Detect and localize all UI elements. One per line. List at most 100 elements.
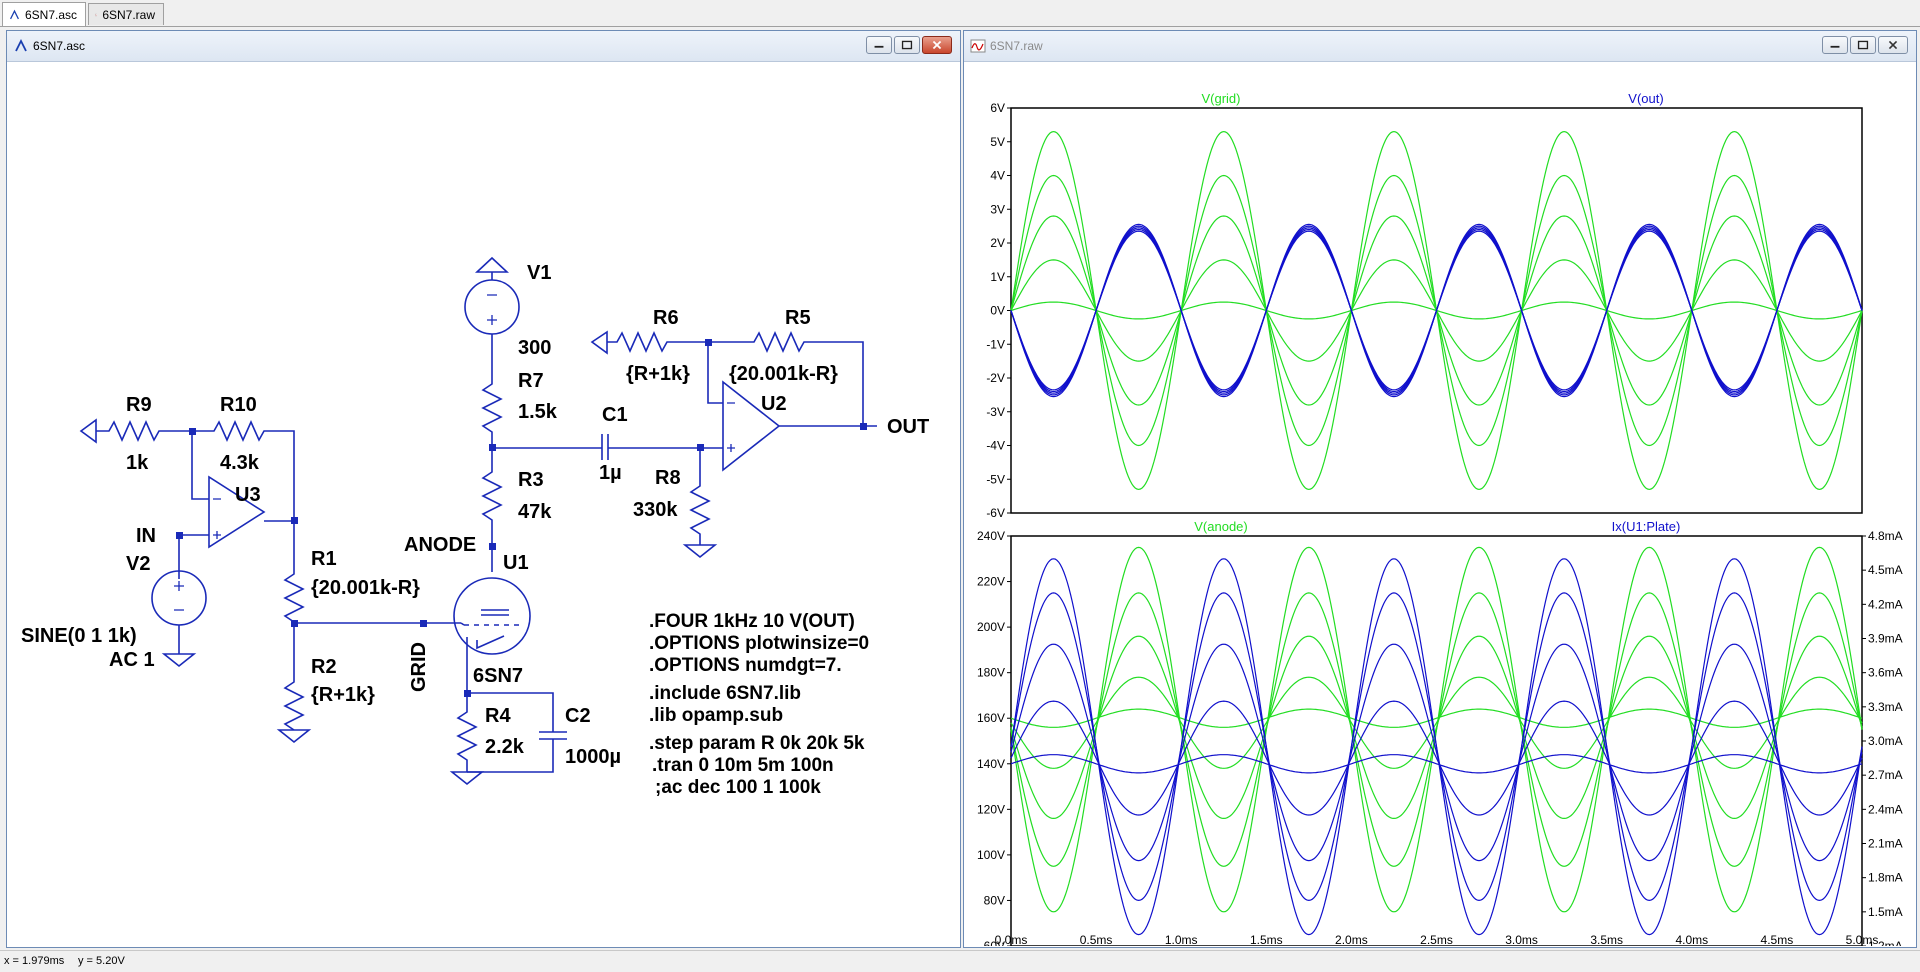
v2-ac: AC 1 [109, 649, 155, 671]
x-tick-label: 3.5ms [1590, 933, 1623, 946]
net-out: OUT [887, 416, 929, 438]
x-tick-label: 2.0ms [1335, 933, 1368, 946]
u3-ref: U3 [235, 484, 261, 506]
r8-value: 330k [633, 499, 678, 521]
y2-tick-label: 2.1mA [1868, 837, 1903, 851]
directive: .include 6SN7.lib [649, 683, 801, 704]
close-button[interactable] [922, 36, 952, 54]
r9-value: 1k [126, 452, 149, 474]
x-tick-label: 4.5ms [1761, 933, 1794, 946]
y-tick-label: -6V [986, 506, 1005, 520]
u2-ref: U2 [761, 393, 787, 415]
c1-value: 1µ [599, 462, 622, 484]
plot-pane-top[interactable]: V(grid) V(out) 6V 5V 4V 3V 2V 1V 0V -1V -2V -3V -4… [986, 91, 1863, 520]
y2-tick-label: 3.3mA [1868, 700, 1903, 714]
r10-ref: R10 [220, 394, 257, 416]
r2-ref: R2 [311, 656, 337, 678]
y-tick-label: -5V [986, 472, 1005, 486]
document-tab-bar: 6SN7.asc 6SN7.raw [0, 0, 1920, 27]
y-tick-label: -2V [986, 371, 1005, 385]
waveform-icon [95, 13, 98, 16]
schematic-titlebar: 6SN7.asc [7, 31, 960, 62]
directive: .FOUR 1kHz 10 V(OUT) [649, 611, 855, 632]
trace-label-v-anode[interactable]: V(anode) [1194, 519, 1247, 534]
x-tick-label: 3.0ms [1505, 933, 1538, 946]
cursor-y-readout: y = 5.20V [78, 955, 125, 967]
maximize-button[interactable] [894, 36, 920, 54]
minimize-button[interactable] [866, 36, 892, 54]
waveform-canvas[interactable]: V(grid) V(out) 6V 5V 4V 3V 2V 1V 0V -1V -2V -3V -4… [966, 62, 1914, 946]
waveform-icon [970, 39, 986, 53]
c1-ref: C1 [602, 404, 628, 426]
y2-tick-label: 3.6mA [1868, 666, 1903, 680]
r8-ref: R8 [655, 467, 681, 489]
y-tick-label: 2V [990, 236, 1005, 250]
y2-tick-label: 4.5mA [1868, 563, 1903, 577]
y2-tick-label: 2.7mA [1868, 768, 1903, 782]
r10-value: 4.3k [220, 452, 260, 474]
v2-ref: V2 [126, 553, 150, 575]
tab-label: 6SN7.asc [24, 7, 77, 22]
y2-tick-label: 3.9mA [1868, 632, 1903, 646]
r7-value: 1.5k [518, 401, 558, 423]
waveform-window: 6SN7.raw V(grid) V(out) 6V 5V 4V 3V 2V 1V 0V -1… [963, 30, 1917, 948]
y-tick-label: 5V [990, 135, 1005, 149]
r2-value: {R+1k} [311, 684, 375, 706]
x-tick-label: 1.5ms [1250, 933, 1283, 946]
directive: .lib opamp.sub [649, 705, 783, 726]
r6-value: {R+1k} [626, 363, 690, 385]
c2-ref: C2 [565, 705, 591, 727]
directive: ;ac dec 100 1 100k [655, 777, 821, 798]
y-tick-label: 120V [977, 802, 1005, 816]
r5-value: {20.001k-R} [729, 363, 838, 385]
y-tick-label: -3V [986, 405, 1005, 419]
minimize-button[interactable] [1822, 36, 1848, 54]
schematic-icon [10, 9, 19, 19]
x-tick-label: 5.0ms [1846, 933, 1879, 946]
y-tick-label: -4V [986, 439, 1005, 453]
window-title: 6SN7.raw [990, 39, 1043, 53]
spice-directives: .FOUR 1kHz 10 V(OUT) .OPTIONS plotwinsiz… [649, 611, 869, 798]
schematic-canvas[interactable]: R9 1k R10 4.3k U3 IN V2 SINE(0 1 1k) AC … [9, 62, 959, 946]
schematic-window: 6SN7.asc R9 1k R10 4.3k U3 IN V2 SINE(0 … [6, 30, 961, 948]
maximize-button[interactable] [1850, 36, 1876, 54]
y2-tick-label: 4.8mA [1868, 529, 1903, 543]
y2-tick-label: 4.2mA [1868, 597, 1903, 611]
directive: .step param R 0k 20k 5k [649, 733, 865, 754]
plot-pane-bottom[interactable]: V(anode) Ix(U1:Plate) 240V 220V 200V 180V 16… [977, 519, 1903, 946]
r7-ref: R7 [518, 370, 544, 392]
directive: .tran 0 10m 5m 100n [652, 755, 834, 776]
tab-waveform[interactable]: 6SN7.raw [88, 3, 164, 25]
y-tick-label: 240V [977, 529, 1005, 543]
y-tick-label: 200V [977, 620, 1005, 634]
r4-ref: R4 [485, 705, 511, 727]
y-tick-label: 0V [990, 304, 1005, 318]
trace-label-v-out[interactable]: V(out) [1628, 91, 1663, 106]
r1-ref: R1 [311, 548, 337, 570]
waveform-titlebar: 6SN7.raw [964, 31, 1916, 62]
v1-ref: V1 [527, 262, 551, 284]
trace-label-ix-plate[interactable]: Ix(U1:Plate) [1612, 519, 1681, 534]
close-button[interactable] [1878, 36, 1908, 54]
trace-label-v-grid[interactable]: V(grid) [1201, 91, 1240, 106]
y-tick-label: 1V [990, 270, 1005, 284]
y-tick-label: 160V [977, 711, 1005, 725]
r4-value: 2.2k [485, 736, 525, 758]
r6-ref: R6 [653, 307, 679, 329]
tab-schematic[interactable]: 6SN7.asc [2, 2, 86, 26]
v2-value: SINE(0 1 1k) [21, 625, 137, 647]
y2-tick-label: 1.5mA [1868, 905, 1903, 919]
net-grid: GRID [408, 642, 430, 692]
y-tick-label: 6V [990, 101, 1005, 115]
y-tick-label: 140V [977, 757, 1005, 771]
x-tick-label: 4.0ms [1675, 933, 1708, 946]
x-tick-label: 2.5ms [1420, 933, 1453, 946]
v1-value: 300 [518, 337, 551, 359]
net-in: IN [136, 525, 156, 547]
window-title: 6SN7.asc [33, 39, 86, 53]
u1-ref: U1 [503, 552, 529, 574]
r3-ref: R3 [518, 469, 544, 491]
y-tick-label: 100V [977, 848, 1005, 862]
x-tick-label: 0.5ms [1080, 933, 1113, 946]
y2-tick-label: 3.0mA [1868, 734, 1903, 748]
